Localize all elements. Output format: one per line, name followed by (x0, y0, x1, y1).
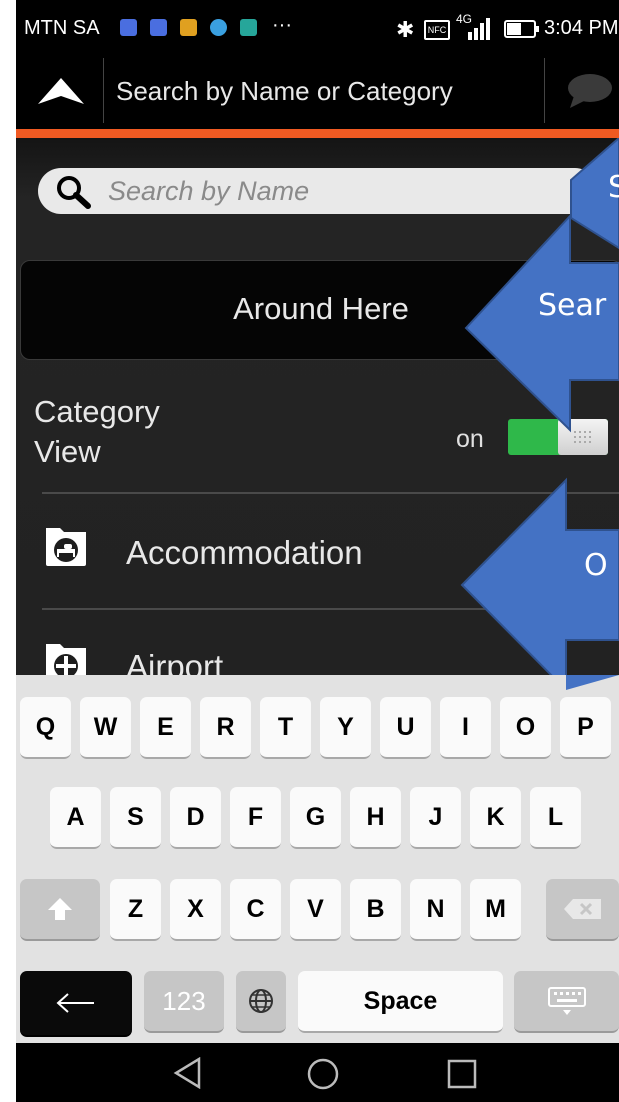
key-b[interactable]: B (350, 879, 401, 941)
clock-label: 3:04 PM (544, 17, 619, 39)
phone-screen: MTN SA ··· ✱ NFC 4G 3:04 PM Search by Na… (16, 0, 619, 1102)
hide-keyboard-key[interactable] (514, 971, 619, 1033)
left-arrow-icon (56, 993, 94, 1013)
key-f[interactable]: F (230, 787, 281, 849)
app-bar-title[interactable]: Search by Name or Category (116, 76, 453, 107)
backspace-icon (563, 899, 601, 919)
key-a[interactable]: A (50, 787, 101, 849)
annotation-arrow-tail (566, 675, 619, 690)
more-notifications-icon: ··· (272, 14, 292, 36)
key-y[interactable]: Y (320, 697, 371, 759)
soft-keyboard: Q W E R T Y U I O P A S D F G H J K L Z … (16, 675, 619, 1043)
key-g[interactable]: G (290, 787, 341, 849)
app-bar: Search by Name or Category (16, 58, 619, 130)
shift-key[interactable] (20, 879, 100, 941)
app-bar-divider-right (544, 58, 545, 123)
home-nav-icon[interactable] (306, 1057, 340, 1091)
app-notification-icon (150, 19, 167, 36)
lock-notification-icon (180, 19, 197, 36)
chat-bubble-icon[interactable] (564, 72, 614, 110)
accent-bar (16, 129, 619, 138)
key-o[interactable]: O (500, 697, 551, 759)
key-x[interactable]: X (170, 879, 221, 941)
key-z[interactable]: Z (110, 879, 161, 941)
backspace-key[interactable] (546, 879, 619, 941)
collapse-up-icon[interactable] (38, 78, 84, 104)
status-bar: MTN SA ··· ✱ NFC 4G 3:04 PM (16, 0, 619, 58)
signal-icon (468, 18, 490, 40)
key-v[interactable]: V (290, 879, 341, 941)
chat-notification-icon (210, 19, 227, 36)
key-i[interactable]: I (440, 697, 491, 759)
annotation-text-2: Sear (538, 288, 607, 323)
nfc-icon: NFC (424, 20, 450, 40)
bluetooth-icon: ✱ (396, 17, 415, 42)
main-content: Search by Name Around Here Category View… (16, 138, 619, 685)
recents-nav-icon[interactable] (446, 1058, 478, 1090)
space-key[interactable]: Space (298, 971, 503, 1033)
annotation-text-1: S (608, 170, 619, 205)
system-nav-bar (16, 1043, 619, 1102)
carrier-label: MTN SA (24, 17, 100, 39)
globe-icon (249, 989, 273, 1013)
key-n[interactable]: N (410, 879, 461, 941)
key-p[interactable]: P (560, 697, 611, 759)
key-w[interactable]: W (80, 697, 131, 759)
key-t[interactable]: T (260, 697, 311, 759)
battery-icon (504, 20, 539, 38)
annotation-text-3: O (584, 548, 608, 583)
key-s[interactable]: S (110, 787, 161, 849)
key-m[interactable]: M (470, 879, 521, 941)
annotation-arrow-2 (464, 213, 619, 433)
keyboard-hide-icon (547, 987, 586, 1015)
maps-notification-icon (120, 19, 137, 36)
numbers-key[interactable]: 123 (144, 971, 224, 1033)
shift-arrow-icon (48, 898, 72, 920)
back-key[interactable] (20, 971, 132, 1037)
annotation-arrows (460, 138, 619, 675)
gallery-notification-icon (240, 19, 257, 36)
key-d[interactable]: D (170, 787, 221, 849)
key-e[interactable]: E (140, 697, 191, 759)
key-h[interactable]: H (350, 787, 401, 849)
key-k[interactable]: K (470, 787, 521, 849)
key-u[interactable]: U (380, 697, 431, 759)
key-q[interactable]: Q (20, 697, 71, 759)
key-j[interactable]: J (410, 787, 461, 849)
back-nav-icon[interactable] (173, 1057, 203, 1089)
app-bar-divider (103, 58, 104, 123)
key-r[interactable]: R (200, 697, 251, 759)
key-c[interactable]: C (230, 879, 281, 941)
language-key[interactable] (236, 971, 286, 1033)
key-l[interactable]: L (530, 787, 581, 849)
